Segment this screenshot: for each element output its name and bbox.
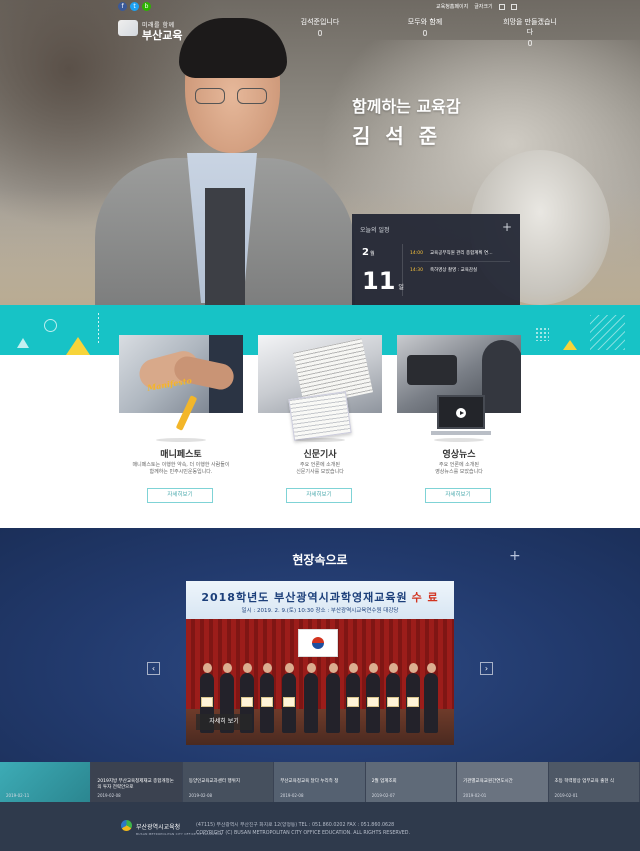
nav-item-intro[interactable]: 김석준입니다 — [290, 17, 350, 46]
today-schedule-panel: 오늘의 일정 + 2월 11 일 14:00 교육공무직원 관리 종합계획 연… 1… — [352, 214, 520, 305]
schedule-month: 2월 — [362, 247, 375, 258]
hero-section: f t b 교육청홈페이지 글자크기 미래를 함께 부산교육 김석준입니다 모두… — [0, 0, 640, 305]
top-bar: f t b 교육청홈페이지 글자크기 — [0, 0, 640, 14]
photo-banner-subtitle: 일시 : 2019. 2. 9.(토) 10:30 장소 : 부산광역시교육연수… — [241, 608, 399, 614]
schedule-event[interactable]: 14:30 축하영상 촬영 : 교육감실 — [410, 267, 477, 273]
thumbnail-item[interactable]: 2019-02-11 — [0, 762, 92, 802]
photo-banner: 2018학년도 부산광역시과학영재교육원 수 료 일시 : 2019. 2. 9.… — [186, 581, 454, 619]
site-footer: 부산광역시교육청 BUSAN METROPOLITAN CITY OFFICE O… — [0, 802, 640, 851]
nav-item-hope[interactable]: 희망을 만들겠습니다 — [500, 17, 560, 46]
footer-address: (47115) 부산광역시 부산진구 화지로 12(양정동) TEL : 051… — [196, 823, 411, 836]
content-cards: Manifesto 매니페스토 매니페스토는 이행한 약속, 더 이행한 사람들… — [0, 335, 640, 525]
thumbnail-item[interactable]: 초등 학력향상 업무교육 출현 식 2019-02-01 — [548, 762, 640, 802]
card-title: 매니페스토 — [160, 450, 202, 460]
card-title: 신문기사 — [303, 450, 337, 460]
korean-flag-icon — [298, 629, 338, 657]
thumbnail-item[interactable]: 동양인교육교과센터 행위지 2019-02-08 — [182, 762, 275, 802]
video-news-more-button[interactable]: 자세히보기 — [425, 488, 491, 503]
manifesto-pen-illustration: Manifesto — [146, 375, 217, 435]
play-icon — [456, 408, 466, 418]
mouse-icon — [528, 40, 532, 46]
card-title: 영상뉴스 — [442, 450, 476, 460]
schedule-event-divider — [410, 261, 510, 262]
mouse-icon — [423, 30, 427, 36]
logo-title: 부산교육 — [142, 29, 183, 42]
main-navigation: 김석준입니다 모두와 함께 희망을 만들겠습니다 — [290, 17, 560, 46]
newspaper-illustration — [288, 391, 352, 441]
card-video-news: 영상뉴스 주요 언론에 소개된 영상뉴스를 모았습니다 자세히보기 — [397, 335, 521, 515]
illustration-shadow — [434, 438, 484, 442]
card-description: 매니페스토는 이행한 약속, 더 이행한 사람들이 함께하는 민주시민운동입니다. — [132, 462, 230, 475]
hero-subtitle: 함께하는 교육감 — [352, 97, 461, 116]
photo-banner-heading: 2018학년도 부산광역시과학영재교육원 수 료 — [201, 591, 439, 604]
office-logo-icon — [121, 820, 132, 831]
card-description: 주요 언론에 소개된 영상뉴스를 모았습니다 — [435, 462, 483, 475]
thumbnail-item[interactable]: 2월 업계조회 2019-02-07 — [365, 762, 458, 802]
facebook-icon[interactable]: f — [118, 2, 127, 11]
blog-icon[interactable]: b — [142, 2, 151, 11]
field-thumbnail-strip: 2019-02-11 2019지방 부산교육청제재교 종합개정논의 투자 전략안… — [0, 762, 640, 802]
manifesto-more-button[interactable]: 자세히보기 — [147, 488, 213, 503]
font-decrease-button[interactable] — [510, 3, 517, 10]
hero-name: 김 석 준 — [352, 124, 442, 148]
card-manifesto: Manifesto 매니페스토 매니페스토는 이행한 약속, 더 이행한 사람들… — [119, 335, 243, 515]
monitor-illustration — [431, 395, 491, 435]
thumbnail-item[interactable]: 2019지방 부산교육청제재교 종합개정논의 투자 전략안으로 2019-02-0… — [91, 762, 183, 802]
thumbnail-item[interactable]: 부산교육청교육 달다 누리측 청 2019-02-08 — [274, 762, 366, 802]
schedule-event[interactable]: 14:00 교육공무직원 관리 종합계획 연… — [410, 250, 493, 256]
field-photo-more-button[interactable]: 자세히 보기 — [196, 714, 252, 730]
field-section: 현장속으로 + ‹ › 2018학년도 부산광역시과학영재교육원 수 료 일시 :… — [0, 528, 640, 762]
section-title: 현장속으로 — [292, 553, 348, 567]
manifesto-art-word: Manifesto — [146, 375, 193, 393]
circle-decoration — [44, 319, 57, 332]
illustration-shadow — [295, 438, 345, 442]
news-articles-more-button[interactable]: 자세히보기 — [286, 488, 352, 503]
schedule-title: 오늘의 일정 — [360, 227, 390, 234]
field-photo[interactable]: 2018학년도 부산광역시과학영재교육원 수 료 일시 : 2019. 2. 9.… — [186, 581, 454, 745]
illustration-shadow — [156, 438, 206, 442]
logo-mark-icon — [118, 20, 138, 36]
nav-item-label: 김석준입니다 — [300, 18, 340, 26]
card-news-articles: 신문기사 주요 언론에 소개된 신문기사를 모았습니다 자세히보기 — [258, 335, 382, 515]
schedule-more-plus-icon[interactable]: + — [502, 221, 512, 233]
font-size-label: 글자크기 — [474, 4, 493, 10]
carousel-prev-arrow-icon[interactable]: ‹ — [147, 662, 160, 675]
utility-links: 교육청홈페이지 글자크기 — [436, 3, 517, 10]
carousel-next-arrow-icon[interactable]: › — [480, 662, 493, 675]
nav-item-label: 모두와 함께 — [407, 18, 443, 26]
twitter-icon[interactable]: t — [130, 2, 139, 11]
hero-title: 함께하는 교육감 김 석 준 — [352, 93, 461, 149]
nav-item-label: 희망을 만들겠습니다 — [503, 18, 557, 36]
education-office-link[interactable]: 교육청홈페이지 — [436, 3, 468, 10]
field-more-plus-icon[interactable]: + — [509, 549, 521, 563]
nav-item-together[interactable]: 모두와 함께 — [395, 17, 455, 46]
font-increase-button[interactable] — [498, 3, 505, 10]
schedule-day: 11 일 — [362, 267, 404, 295]
thumbnail-item[interactable]: 기관별교육교원간연도시간 2019-02-01 — [457, 762, 549, 802]
superintendent-photo — [95, 18, 355, 305]
sns-links: f t b — [118, 2, 151, 11]
card-description: 주요 언론에 소개된 신문기사를 모았습니다 — [296, 462, 344, 475]
schedule-divider — [402, 244, 403, 296]
mouse-icon — [318, 30, 322, 36]
